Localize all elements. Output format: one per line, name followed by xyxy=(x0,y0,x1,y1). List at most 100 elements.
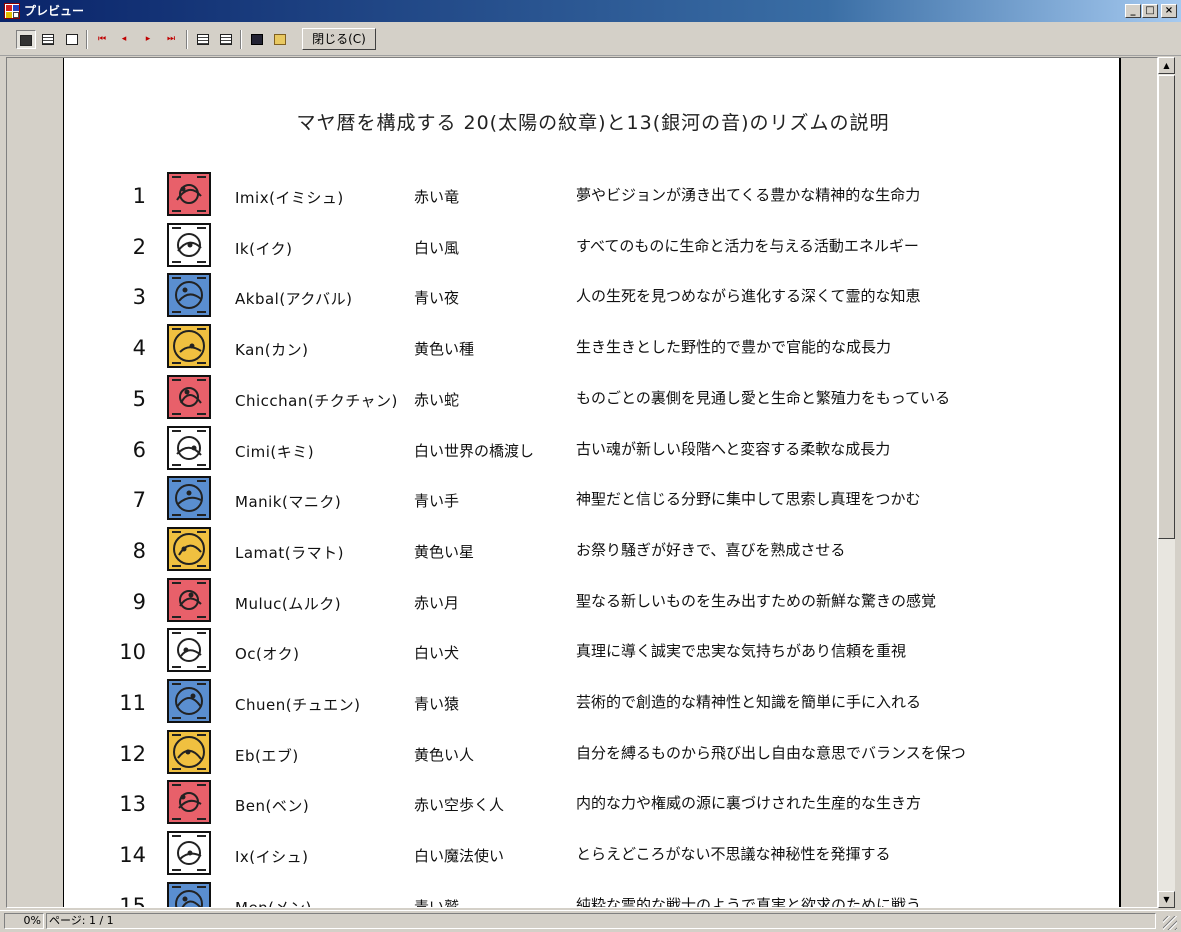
glyph-color-name: 白い世界の橋渡し xyxy=(414,441,535,460)
glyph-icon xyxy=(167,172,211,216)
minimize-button[interactable]: _ xyxy=(1125,4,1141,18)
table-row: 7 Manik(マニク) 青い手 神聖だと信じる分野に集中して思索し真理をつかむ xyxy=(64,474,1119,524)
row-number: 4 xyxy=(132,336,146,361)
glyph-icon xyxy=(167,526,211,571)
glyph-color-name: 黄色い人 xyxy=(414,745,475,764)
glyph-description: 純粋な霊的な戦士のようで真実と欲求のために戦う xyxy=(576,895,922,907)
glyph-name: Cimi(キミ) xyxy=(235,442,315,461)
print-button[interactable] xyxy=(216,30,236,49)
glyph-color-name: 赤い蛇 xyxy=(414,390,460,409)
toolbar-separator xyxy=(240,30,242,49)
vertical-scrollbar[interactable]: ▲ ▼ xyxy=(1158,57,1175,908)
multi-page-button[interactable] xyxy=(38,30,58,49)
next-page-button[interactable]: ▸ xyxy=(138,30,158,49)
window-title: プレビュー xyxy=(24,4,85,18)
glyph-description: 神聖だと信じる分野に集中して思索し真理をつかむ xyxy=(576,490,921,509)
row-number: 14 xyxy=(119,843,146,868)
print-setup-button[interactable] xyxy=(193,30,213,49)
toolbar-separator xyxy=(86,30,88,49)
table-row: 10 Oc(オク) 白い犬 真理に導く誠実で忠実な気持ちがあり信頼を重視 xyxy=(64,626,1119,676)
glyph-icon xyxy=(167,881,211,907)
glyph-icon xyxy=(167,679,211,723)
glyph-color-name: 赤い月 xyxy=(414,593,460,612)
glyph-description: 芸術的で創造的な精神性と知識を簡単に手に入れる xyxy=(576,693,922,711)
table-row: 9 Muluc(ムルク) 赤い月 聖なる新しいものを生み出すための新鮮な驚きの感覚 xyxy=(64,576,1119,626)
glyph-icon xyxy=(167,222,211,267)
row-number: 3 xyxy=(132,285,146,310)
open-icon xyxy=(274,33,286,45)
glyph-name: Muluc(ムルク) xyxy=(235,594,342,613)
last-page-icon: ⏭ xyxy=(166,34,176,44)
glyph-name: Ix(イシュ) xyxy=(235,848,309,867)
zoom-status: 0% xyxy=(4,913,44,929)
row-number: 10 xyxy=(119,640,146,665)
glyph-description: ものごとの裏側を見通し愛と生命と繁殖力をもっている xyxy=(576,388,951,407)
glyph-color-name: 赤い空歩く人 xyxy=(414,796,505,815)
glyph-description: 人の生死を見つめながら進化する深くて霊的な知恵 xyxy=(576,287,921,306)
glyph-name: Kan(カン) xyxy=(235,341,309,360)
glyph-description: 自分を縛るものから飛び出し自由な意思でバランスを保つ xyxy=(576,743,966,762)
close-window-button[interactable]: × xyxy=(1161,4,1177,18)
glyph-icon xyxy=(167,780,211,825)
prev-page-icon: ◂ xyxy=(121,34,127,44)
first-page-button[interactable]: ⏮ xyxy=(92,30,112,49)
glyph-name: Imix(イミシュ) xyxy=(235,189,344,207)
scroll-up-button[interactable]: ▲ xyxy=(1158,57,1175,74)
title-bar: プレビュー _ □ × xyxy=(0,0,1181,22)
row-number: 9 xyxy=(132,589,146,614)
app-icon[interactable] xyxy=(4,3,20,19)
glyph-description: 生き生きとした野性的で豊かで官能的な成長力 xyxy=(576,338,892,357)
open-button[interactable] xyxy=(270,30,290,49)
maximize-button[interactable]: □ xyxy=(1142,4,1158,18)
one-page-button[interactable] xyxy=(16,30,36,49)
save-button[interactable] xyxy=(247,30,267,49)
glyph-name: Oc(オク) xyxy=(235,645,300,664)
one-page-icon xyxy=(20,34,32,46)
close-button[interactable]: 閉じる(C) xyxy=(302,28,376,50)
status-bar: 0% ページ: 1 / 1 xyxy=(0,910,1181,932)
scroll-down-button[interactable]: ▼ xyxy=(1158,891,1175,908)
glyph-icon xyxy=(167,476,211,521)
row-number: 11 xyxy=(119,691,146,715)
glyph-description: 夢やビジョンが湧き出てくる豊かな精神的な生命力 xyxy=(576,186,921,204)
resize-grip-icon[interactable] xyxy=(1163,916,1177,930)
table-row: 3 Akbal(アクバル) 青い夜 人の生死を見つめながら進化する深くて霊的な知恵 xyxy=(64,271,1119,321)
row-number: 8 xyxy=(132,538,146,563)
glyph-color-name: 白い魔法使い xyxy=(414,847,505,866)
glyph-color-name: 黄色い種 xyxy=(414,340,475,359)
last-page-button[interactable]: ⏭ xyxy=(161,30,181,49)
toolbar: ⏮ ◂ ▸ ⏭ 閉じる(C) xyxy=(0,22,1181,56)
glyph-name: Akbal(アクバル) xyxy=(235,290,353,309)
preview-viewport[interactable]: マヤ暦を構成する 20(太陽の紋章)と13(銀河の音)のリズムの説明 1 Imix… xyxy=(6,57,1158,908)
toolbar-separator xyxy=(186,30,188,49)
row-number: 13 xyxy=(119,792,146,817)
glyph-name: Ben(ベン) xyxy=(235,797,310,816)
glyph-name: Eb(エブ) xyxy=(235,746,299,765)
glyph-description: 聖なる新しいものを生み出すための新鮮な驚きの感覚 xyxy=(576,591,937,610)
glyph-icon xyxy=(167,831,211,876)
glyph-description: とらえどころがない不思議な神秘性を発揮する xyxy=(576,845,891,864)
glyph-name: Men(メン) xyxy=(235,897,312,907)
report-page: マヤ暦を構成する 20(太陽の紋章)と13(銀河の音)のリズムの説明 1 Imix… xyxy=(63,58,1121,907)
page-status: ページ: 1 / 1 xyxy=(46,913,1156,929)
table-row: 2 Ik(イク) 白い風 すべてのものに生命と活力を与える活動エネルギー xyxy=(64,221,1119,271)
table-row: 13 Ben(ベン) 赤い空歩く人 内的な力や権威の源に裏づけされた生産的な生き方 xyxy=(64,778,1119,828)
glyph-description: 内的な力や権威の源に裏づけされた生産的な生き方 xyxy=(576,794,922,813)
glyph-name: Chicchan(チクチャン) xyxy=(235,391,398,410)
first-page-icon: ⏮ xyxy=(97,34,107,44)
print-setup-icon xyxy=(197,33,209,45)
table-row: 11 Chuen(チュエン) 青い猿 芸術的で創造的な精神性と知識を簡単に手に入れる xyxy=(64,677,1119,727)
scroll-thumb[interactable] xyxy=(1158,75,1175,539)
table-row: 4 Kan(カン) 黄色い種 生き生きとした野性的で豊かで官能的な成長力 xyxy=(64,322,1119,372)
glyph-description: 真理に導く誠実で忠実な気持ちがあり信頼を重視 xyxy=(576,642,907,661)
prev-page-button[interactable]: ◂ xyxy=(114,30,134,49)
glyph-icon xyxy=(167,577,211,622)
glyph-color-name: 青い鷲 xyxy=(414,897,460,907)
table-row: 1 Imix(イミシュ) 赤い竜 夢やビジョンが湧き出てくる豊かな精神的な生命力 xyxy=(64,170,1119,220)
glyph-color-name: 青い猿 xyxy=(414,695,460,713)
table-row: 12 Eb(エブ) 黄色い人 自分を縛るものから飛び出し自由な意思でバランスを保つ xyxy=(64,728,1119,778)
zoom-page-button[interactable] xyxy=(62,30,82,49)
glyph-name: Chuen(チュエン) xyxy=(235,696,361,714)
print-icon xyxy=(220,33,232,45)
glyph-description: 古い魂が新しい段階へと変容する柔軟な成長力 xyxy=(576,439,891,458)
